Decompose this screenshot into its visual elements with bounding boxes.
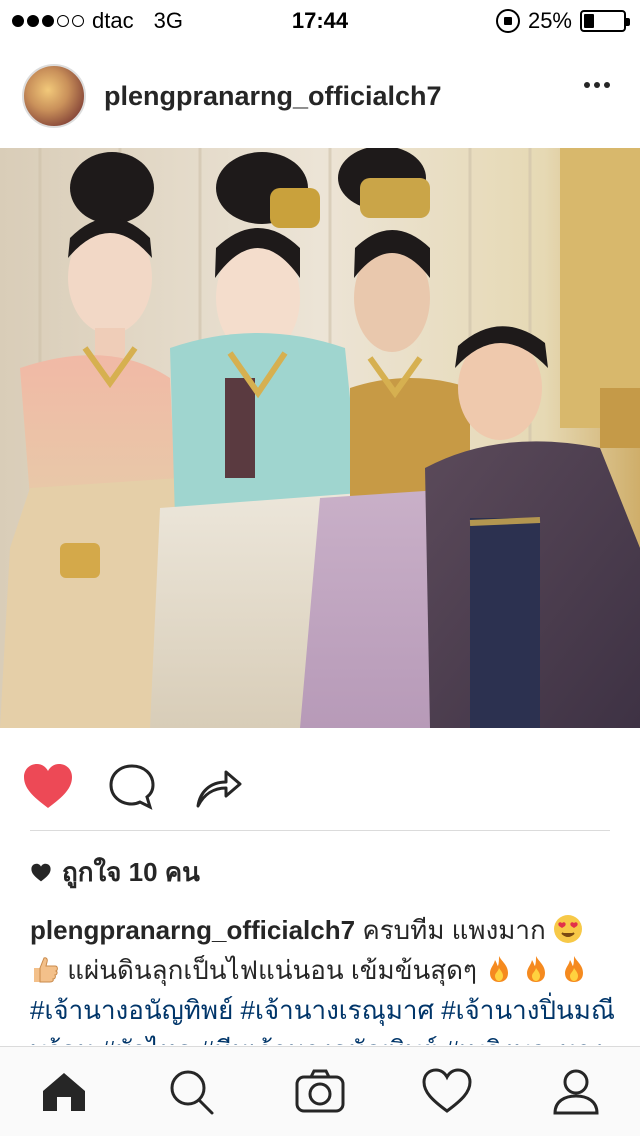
comment-button[interactable] [106, 762, 158, 812]
like-button[interactable] [22, 762, 74, 812]
share-button[interactable] [192, 762, 244, 812]
caption-username[interactable]: plengpranarng_officialch7 [30, 915, 355, 945]
caption-line-2: แผ่นดินลุกเป็นไฟแน่นอน เข้มข้นสุดๆ [30, 950, 620, 990]
search-icon [170, 1070, 214, 1115]
caption-text-1: ครบทีม แพงมาก [362, 915, 546, 945]
avatar[interactable] [22, 64, 86, 128]
battery-icon [580, 10, 630, 32]
likes-count[interactable]: ถูกใจ 10 คน [30, 852, 200, 893]
home-icon [43, 1073, 85, 1111]
status-bar: dtac 3G 17:44 25% [0, 0, 640, 40]
post-photo[interactable] [0, 148, 640, 728]
camera-icon [295, 1069, 345, 1113]
caption: plengpranarng_officialch7 ครบทีม แพงมาก … [30, 910, 620, 1045]
tab-camera[interactable] [293, 1065, 347, 1119]
tab-home[interactable] [37, 1065, 91, 1119]
tab-profile[interactable] [549, 1065, 603, 1119]
thumbs-up-emoji-icon [34, 957, 58, 983]
divider [30, 830, 610, 831]
share-icon [196, 770, 242, 808]
profile-icon [553, 1069, 599, 1115]
caption-line-1: plengpranarng_officialch7 ครบทีม แพงมาก [30, 910, 620, 950]
caption-hashtags-2[interactable]: พร้อม #บัวไหล #ทีมเจ้านางอนัญทิพย์ #เพลิ… [30, 1030, 620, 1045]
rotation-lock-icon [495, 9, 520, 33]
caption-clip: plengpranarng_officialch7 ครบทีม แพงมาก … [0, 895, 640, 1045]
fire-emoji-icon [564, 956, 583, 982]
tab-activity[interactable] [420, 1065, 474, 1119]
heart-filled-icon [24, 764, 72, 808]
comment-icon [109, 764, 155, 810]
post-header: plengpranarng_officialch7 [0, 50, 640, 142]
caption-hashtags-1[interactable]: #เจ้านางอนัญทิพย์ #เจ้านางเรณุมาศ #เจ้าน… [30, 990, 620, 1030]
status-right: 25% [495, 8, 630, 34]
tab-search[interactable] [164, 1065, 218, 1119]
post-actions [0, 748, 640, 824]
likes-text: ถูกใจ 10 คน [62, 857, 200, 887]
heart-outline-icon [422, 1068, 472, 1113]
battery-percent: 25% [527, 8, 572, 33]
tab-bar [0, 1046, 640, 1136]
caption-text-2: แผ่นดินลุกเป็นไฟแน่นอน เข้มข้นสุดๆ [67, 955, 477, 985]
small-heart-icon [31, 863, 51, 881]
heart-eyes-emoji-icon [553, 915, 582, 943]
more-icon[interactable] [584, 82, 610, 88]
fire-emoji-icon [527, 956, 546, 982]
post-photo-image [0, 148, 640, 728]
fire-emoji-icon [490, 956, 509, 982]
post-username[interactable]: plengpranarng_officialch7 [104, 81, 442, 112]
